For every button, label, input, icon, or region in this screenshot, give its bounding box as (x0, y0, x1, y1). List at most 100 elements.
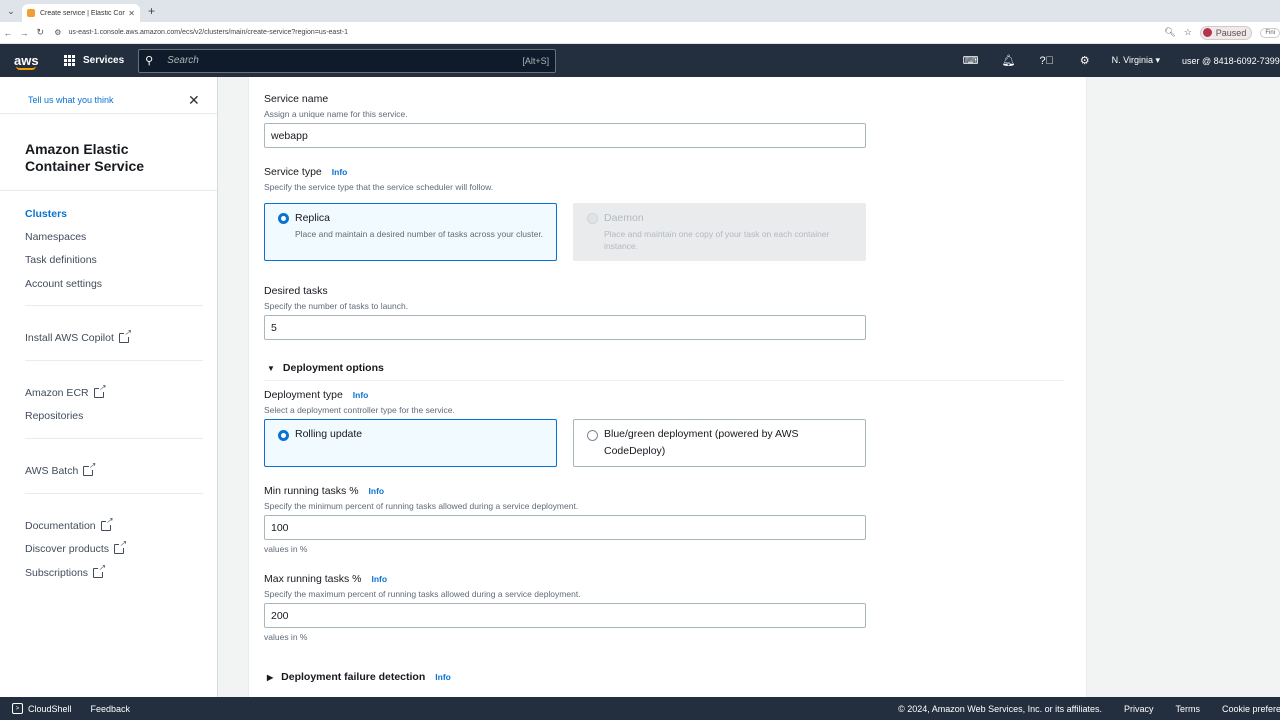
console-footer: > CloudShell Feedback © 2024, Amazon Web … (0, 697, 1280, 720)
sidebar-item-install-copilot[interactable]: Install AWS Copilot (25, 329, 131, 344)
zoom-icon[interactable]: 🔍︎ (1164, 27, 1175, 38)
service-name-input[interactable]: webapp (264, 123, 866, 148)
discover-label: Discover products (25, 543, 110, 555)
site-info-icon[interactable]: ⚙ (54, 28, 61, 37)
max-running-description: Specify the maximum percent of running t… (264, 589, 581, 599)
blue-green-option[interactable]: Blue/green deployment (powered by AWS Co… (573, 419, 866, 467)
daemon-title: Daemon (604, 212, 644, 224)
back-icon[interactable]: ← (0, 28, 16, 38)
services-menu-button[interactable]: Services (64, 55, 124, 66)
terms-link[interactable]: Terms (1176, 704, 1201, 714)
desired-tasks-description: Specify the number of tasks to launch. (264, 301, 409, 311)
failure-detection-toggle[interactable]: ▶ Deployment failure detection Info (267, 671, 451, 683)
min-running-text: Min running tasks % (264, 485, 359, 497)
replica-radio[interactable] (278, 213, 289, 224)
side-navigation: Tell us what you think ✕ Amazon Elastic … (0, 77, 218, 697)
max-running-info-link[interactable]: Info (371, 574, 387, 584)
forward-icon[interactable]: → (16, 28, 32, 38)
caret-down-icon: ▼ (267, 363, 275, 373)
sidebar-item-repositories[interactable]: Repositories (25, 410, 83, 422)
close-sidebar-icon[interactable]: ✕ (188, 92, 200, 109)
privacy-link[interactable]: Privacy (1124, 704, 1154, 714)
sidebar-item-namespaces[interactable]: Namespaces (25, 231, 86, 243)
feedback-button[interactable]: Feedback (91, 704, 131, 714)
sidebar-item-clusters[interactable]: Clusters (25, 208, 67, 220)
browser-tab[interactable]: Create service | Elastic Container Servi… (22, 4, 140, 22)
url-field[interactable]: ⚙ us-east-1.console.aws.amazon.com/ecs/v… (48, 25, 1158, 41)
sidebar-item-task-definitions[interactable]: Task definitions (25, 254, 97, 266)
blue-green-radio[interactable] (587, 430, 598, 441)
tab-list-icon[interactable]: ⌄ (0, 6, 22, 17)
notifications-bell-icon[interactable]: 🔔︎ (990, 54, 1028, 67)
install-copilot-label: Install AWS Copilot (25, 332, 114, 344)
bookmark-star-icon[interactable]: ☆ (1184, 27, 1192, 38)
rolling-update-radio[interactable] (278, 430, 289, 441)
cookie-preferences-link[interactable]: Cookie preferences (1222, 704, 1280, 714)
sidebar-title: Amazon Elastic Container Service (25, 141, 145, 174)
max-running-text: Max running tasks % (264, 573, 362, 585)
external-link-icon (83, 462, 96, 476)
aws-logo[interactable]: aws (0, 44, 52, 77)
caret-right-icon: ▶ (267, 672, 274, 682)
new-tab-icon[interactable]: + (148, 4, 155, 18)
grid-icon (64, 55, 75, 66)
external-link-icon (118, 329, 131, 343)
service-name-label: Service name (264, 93, 329, 105)
sidebar-item-amazon-ecr[interactable]: Amazon ECR (25, 384, 106, 399)
browser-tab-bar: ⌄ Create service | Elastic Container Ser… (0, 0, 1280, 22)
daemon-radio (587, 213, 598, 224)
failure-detection-info-link[interactable]: Info (435, 672, 451, 682)
service-type-label: Service type Info (264, 166, 347, 178)
region-selector[interactable]: N. Virginia ▾ (1112, 55, 1160, 66)
cloudshell-button[interactable]: > CloudShell (12, 703, 72, 714)
services-label: Services (83, 55, 125, 66)
rolling-update-option[interactable]: Rolling update (264, 419, 557, 467)
desired-tasks-input[interactable]: 5 (264, 315, 866, 340)
max-running-input[interactable]: 200 (264, 603, 866, 628)
max-running-label: Max running tasks % Info (264, 573, 387, 585)
settings-gear-icon[interactable]: ⚙ (1066, 54, 1104, 67)
sidebar-item-documentation[interactable]: Documentation (25, 517, 113, 532)
failure-detection-title: Deployment failure detection (281, 671, 426, 683)
daemon-description: Place and maintain one copy of your task… (604, 229, 830, 251)
sidebar-item-subscriptions[interactable]: Subscriptions (25, 564, 106, 579)
feedback-link[interactable]: Tell us what you think (28, 95, 114, 105)
min-running-input[interactable]: 100 (264, 515, 866, 540)
reload-icon[interactable]: ↻ (32, 27, 48, 38)
deployment-type-info-link[interactable]: Info (353, 390, 369, 400)
account-menu[interactable]: user @ 8418-6092-7399 (1182, 56, 1280, 66)
help-icon[interactable]: ?⃝ (1028, 55, 1066, 67)
close-tab-icon[interactable]: ✕ (128, 9, 135, 18)
cloudshell-icon[interactable]: ⌨ (952, 54, 990, 67)
search-icon: ⚲ (145, 55, 154, 67)
documentation-label: Documentation (25, 520, 96, 532)
external-link-icon (100, 517, 113, 531)
external-link-icon (93, 384, 106, 398)
external-link-icon (114, 540, 127, 554)
aws-favicon-icon (27, 9, 35, 17)
deployment-options-title: Deployment options (282, 362, 384, 374)
blue-green-title: Blue/green deployment (powered by AWS Co… (604, 428, 799, 457)
deployment-type-label: Deployment type Info (264, 389, 368, 401)
sidebar-item-aws-batch[interactable]: AWS Batch (25, 462, 96, 477)
subscriptions-label: Subscriptions (25, 567, 89, 579)
search-input[interactable]: ⚲ Search [Alt+S] (138, 48, 557, 73)
min-running-description: Specify the minimum percent of running t… (264, 501, 579, 511)
min-running-info-link[interactable]: Info (369, 486, 385, 496)
deployment-options-toggle[interactable]: ▼ Deployment options (267, 362, 384, 374)
url-text: us-east-1.console.aws.amazon.com/ecs/v2/… (68, 29, 348, 36)
sidebar-item-discover-products[interactable]: Discover products (25, 540, 127, 555)
sidebar-item-account-settings[interactable]: Account settings (25, 278, 102, 290)
replica-option[interactable]: Replica Place and maintain a desired num… (264, 203, 557, 261)
search-shortcut: [Alt+S] (522, 55, 550, 66)
cloudshell-label: CloudShell (28, 703, 72, 714)
deployment-type-text: Deployment type (264, 389, 343, 401)
service-type-info-link[interactable]: Info (332, 167, 348, 177)
search-placeholder: Search (167, 55, 199, 66)
extension-button[interactable]: Fini (1260, 27, 1280, 38)
min-running-label: Min running tasks % Info (264, 485, 384, 497)
service-type-text: Service type (264, 166, 322, 178)
service-name-description: Assign a unique name for this service. (264, 109, 408, 119)
profile-button[interactable]: Paused (1199, 25, 1253, 40)
replica-title: Replica (295, 212, 331, 224)
